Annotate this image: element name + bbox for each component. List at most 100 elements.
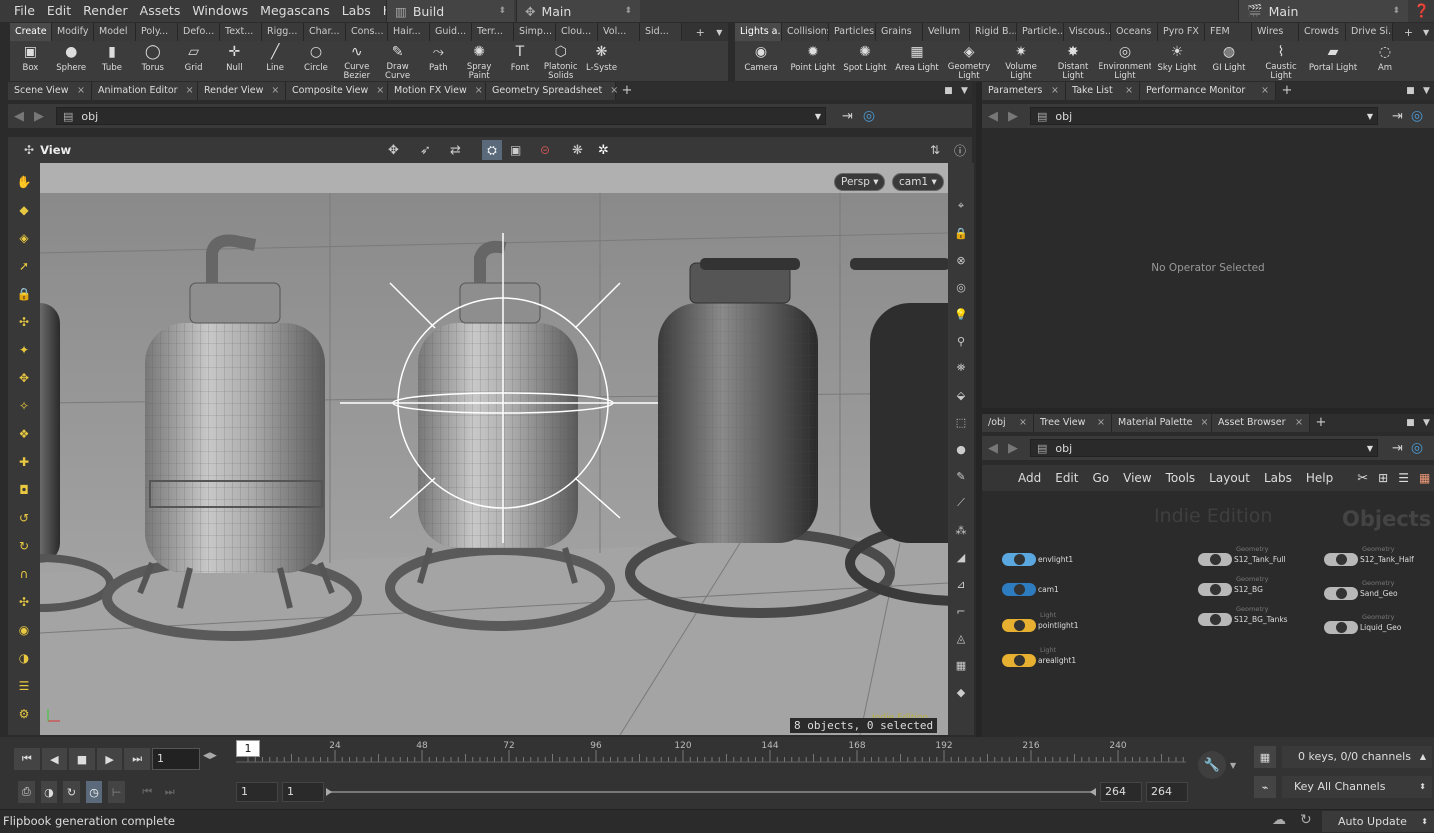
close-icon[interactable]: × xyxy=(1261,82,1269,100)
frame-indicator[interactable]: 1 xyxy=(236,740,260,757)
chevron-down-icon[interactable]: ▼ xyxy=(716,28,722,37)
shelf-tool[interactable]: ✷ Volume Light xyxy=(995,41,1047,81)
pane-tab[interactable]: /obj × xyxy=(982,414,1034,432)
forward-arrow-icon[interactable]: ▶ xyxy=(1008,109,1018,124)
shelf-tab[interactable]: FEM xyxy=(1205,23,1252,41)
viewport[interactable]: Persp ▾ cam1 ▾ Indie Edition 8 objects, … xyxy=(40,163,948,735)
close-icon[interactable]: × xyxy=(1125,82,1133,100)
shelf-tool[interactable]: ▦ Area Light xyxy=(891,41,943,81)
node-body[interactable] xyxy=(1002,553,1036,566)
keys-channels-dropdown[interactable]: 0 keys, 0/0 channels ▲ xyxy=(1282,746,1432,768)
shelf-tool[interactable]: ○ Circle xyxy=(296,41,337,81)
point-icon[interactable]: ● xyxy=(950,438,972,460)
add-tab-icon[interactable]: + xyxy=(1276,82,1298,100)
menu-render[interactable]: Render xyxy=(77,0,134,22)
network-node[interactable]: pointlight1 Light xyxy=(1002,611,1079,632)
network-node[interactable]: cam1 xyxy=(1002,583,1059,596)
add-tab-icon[interactable]: + xyxy=(1310,414,1332,432)
pin-icon[interactable]: ⇥ xyxy=(1392,441,1403,456)
tree-icon[interactable]: ⊞ xyxy=(1378,471,1388,485)
auto-update-dropdown[interactable]: Auto Update ⬍ xyxy=(1322,811,1434,832)
network-node[interactable]: Sand_Geo Geometry xyxy=(1324,579,1398,600)
network-menu-tools[interactable]: Tools xyxy=(1166,471,1196,485)
shelf-tool[interactable]: ∿ Curve Bezier xyxy=(336,41,377,81)
shelf-tab[interactable]: Drive Si... xyxy=(1346,23,1393,41)
shelf-tool[interactable]: ❋ L-Syste xyxy=(581,41,622,81)
menu-windows[interactable]: Windows xyxy=(186,0,254,22)
shelf-tab[interactable]: Viscous... xyxy=(1064,23,1111,41)
back-arrow-icon[interactable]: ◀ xyxy=(988,441,998,456)
chevron-down-icon[interactable]: ▼ xyxy=(1423,86,1430,96)
chevron-down-icon[interactable]: ▼ xyxy=(1423,28,1429,37)
network-node[interactable]: Liquid_Geo Geometry xyxy=(1324,613,1401,634)
chevron-down-icon[interactable]: ▼ xyxy=(1230,761,1236,770)
plus-icon[interactable]: + xyxy=(696,26,705,39)
shelf-tab[interactable]: Rigg... xyxy=(262,23,304,41)
shelf-tab[interactable]: Terr... xyxy=(472,23,514,41)
list-icon[interactable]: ☰ xyxy=(1398,471,1409,485)
range-slider[interactable] xyxy=(326,788,1096,796)
pane-tab[interactable]: Parameters × xyxy=(982,82,1066,100)
close-icon[interactable]: × xyxy=(376,82,384,100)
shelf-tab[interactable]: Particle... xyxy=(1017,23,1064,41)
maximize-icon[interactable]: ■ xyxy=(944,86,953,96)
shelf-tab[interactable]: Sid... xyxy=(640,23,682,41)
network-editor[interactable]: Indie Edition Objects envlight1 cam1 point… xyxy=(982,491,1434,737)
camera-icon[interactable]: ✣ xyxy=(13,591,35,613)
pane-tab[interactable]: Take List × xyxy=(1066,82,1140,100)
shelf-tab[interactable]: Lights a... xyxy=(735,23,782,41)
menu-assets[interactable]: Assets xyxy=(134,0,187,22)
network-node[interactable]: S12_Tank_Half Geometry xyxy=(1324,545,1414,566)
pane-tab[interactable]: Asset Browser × xyxy=(1212,414,1310,432)
settings-icon[interactable]: ⚙ xyxy=(13,703,35,725)
node-body[interactable] xyxy=(1324,587,1358,600)
pane-tab[interactable]: Scene View × xyxy=(8,82,92,100)
play-icon[interactable]: ▶ xyxy=(96,748,123,770)
help-icon[interactable]: ❓ xyxy=(1410,0,1434,22)
handle-icon[interactable]: ✋ xyxy=(13,171,35,193)
render-icon[interactable]: ✲ xyxy=(598,143,609,158)
view-menu-icon[interactable]: ✣ xyxy=(24,143,34,157)
back-arrow-icon[interactable]: ◀ xyxy=(988,109,998,124)
shelf-tool[interactable]: ◌ Am xyxy=(1359,41,1411,81)
prev-key-icon[interactable]: ⏮ xyxy=(139,781,156,803)
network-menu-go[interactable]: Go xyxy=(1092,471,1109,485)
link-icon[interactable]: ◎ xyxy=(863,108,875,124)
shelf-tool[interactable]: ✺ Spray Paint xyxy=(459,41,500,81)
rotate-ccw-icon[interactable]: ↻ xyxy=(13,535,35,557)
box-select-icon[interactable]: ◘ xyxy=(13,479,35,501)
plus-icon[interactable]: + xyxy=(1404,26,1413,39)
layers-icon[interactable]: ☰ xyxy=(13,675,35,697)
shelf-tab[interactable]: Defo... xyxy=(178,23,220,41)
shelf-tool[interactable]: ⬡ Platonic Solids xyxy=(540,41,581,81)
shelf-tab[interactable]: Text... xyxy=(220,23,262,41)
pin-icon[interactable]: ⇥ xyxy=(1392,109,1403,124)
shading-icon[interactable]: ⬙ xyxy=(950,384,972,406)
network-menu-view[interactable]: View xyxy=(1123,471,1151,485)
shelf-tool[interactable]: ☀ Sky Light xyxy=(1151,41,1203,81)
shelf-tab[interactable]: Guid... xyxy=(430,23,472,41)
shelf-tab[interactable]: Vol... xyxy=(598,23,640,41)
checker-icon[interactable]: ▦ xyxy=(950,654,972,676)
shelf-tab[interactable]: Rigid B... xyxy=(970,23,1017,41)
export-icon[interactable]: ⎙ xyxy=(18,781,35,803)
close-icon[interactable]: × xyxy=(1051,82,1059,100)
maximize-icon[interactable]: ■ xyxy=(1406,86,1415,96)
magnet-icon[interactable]: ∩ xyxy=(13,563,35,585)
params-pane-menu[interactable]: ■ ▼ xyxy=(1402,82,1434,100)
workspace-dropdown[interactable]: ✥ Main ⬍ xyxy=(516,0,640,22)
close-icon[interactable]: × xyxy=(77,82,85,100)
link-icon[interactable]: ◎ xyxy=(1411,108,1423,124)
lock-icon[interactable]: 🔒 xyxy=(950,222,972,244)
scale-icon[interactable]: ✥ xyxy=(13,367,35,389)
cloud-icon[interactable]: ☁ xyxy=(1272,812,1286,828)
maximize-icon[interactable]: ■ xyxy=(1406,418,1415,428)
forward-arrow-icon[interactable]: ▶ xyxy=(1008,441,1018,456)
shelf-tool[interactable]: ⤳ Path xyxy=(418,41,459,81)
shelf-tool[interactable]: ▰ Portal Light xyxy=(1307,41,1359,81)
add-icon[interactable]: ✚ xyxy=(13,451,35,473)
next-key-icon[interactable]: ⏭ xyxy=(161,781,178,803)
fill-icon[interactable]: ◢ xyxy=(950,546,972,568)
node-body[interactable] xyxy=(1002,583,1036,596)
shelf-tab[interactable]: Collisions xyxy=(782,23,829,41)
